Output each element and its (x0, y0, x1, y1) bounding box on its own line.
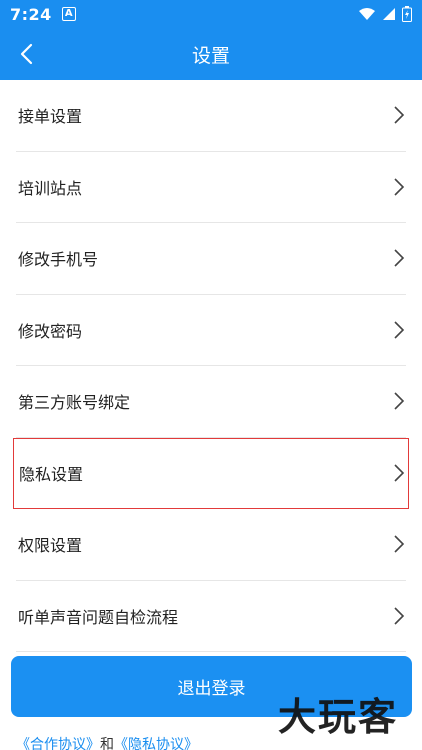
back-arrow-icon (20, 43, 33, 65)
status-time: 7:24 (10, 4, 52, 24)
notification-app-icon: A (61, 7, 76, 21)
settings-item-label: 修改密码 (18, 321, 83, 341)
chevron-right-icon (394, 464, 405, 482)
settings-item-permissions[interactable]: 权限设置 (16, 509, 406, 581)
settings-item-label: 接单设置 (18, 107, 83, 127)
settings-item-label: 权限设置 (18, 536, 83, 556)
status-bar: 7:24 A (0, 0, 422, 28)
chevron-right-icon (394, 607, 405, 625)
settings-item-label: 隐私设置 (19, 465, 84, 485)
agreements-connector: 和 (100, 737, 114, 750)
chevron-right-icon (394, 535, 405, 553)
app-bar: 设置 (0, 28, 422, 80)
back-button[interactable] (6, 34, 46, 74)
settings-item-label: 听单声音问题自检流程 (18, 607, 179, 627)
settings-item-third-party-binding[interactable]: 第三方账号绑定 (16, 366, 406, 438)
status-icons (358, 6, 412, 22)
watermark: 大玩客 (277, 694, 398, 739)
settings-item-label: 第三方账号绑定 (18, 393, 131, 413)
settings-item-training-site[interactable]: 培训站点 (16, 152, 406, 223)
chevron-right-icon (394, 178, 405, 196)
chevron-right-icon (394, 106, 405, 124)
settings-item-change-phone[interactable]: 修改手机号 (16, 223, 406, 295)
privacy-agreement-link[interactable]: 《隐私协议》 (114, 737, 198, 750)
settings-list: 接单设置 培训站点 修改手机号 修改密码 第三方账号绑定 隐私设置 权限设置 听… (0, 80, 422, 652)
battery-icon (402, 6, 412, 22)
signal-icon (383, 8, 395, 20)
chevron-right-icon (394, 249, 405, 267)
settings-item-privacy[interactable]: 隐私设置 (13, 437, 409, 509)
settings-item-order[interactable]: 接单设置 (16, 80, 406, 152)
cooperation-agreement-link[interactable]: 《合作协议》 (16, 737, 100, 750)
agreements-text: 《合作协议》和《隐私协议》 (16, 734, 198, 750)
chevron-right-icon (394, 392, 405, 410)
settings-item-label: 培训站点 (18, 178, 83, 198)
chevron-right-icon (394, 321, 405, 339)
settings-item-change-password[interactable]: 修改密码 (16, 295, 406, 366)
wifi-icon (359, 8, 375, 20)
settings-item-sound-check[interactable]: 听单声音问题自检流程 (16, 581, 406, 652)
settings-item-label: 修改手机号 (18, 250, 99, 270)
page-title: 设置 (191, 44, 230, 67)
